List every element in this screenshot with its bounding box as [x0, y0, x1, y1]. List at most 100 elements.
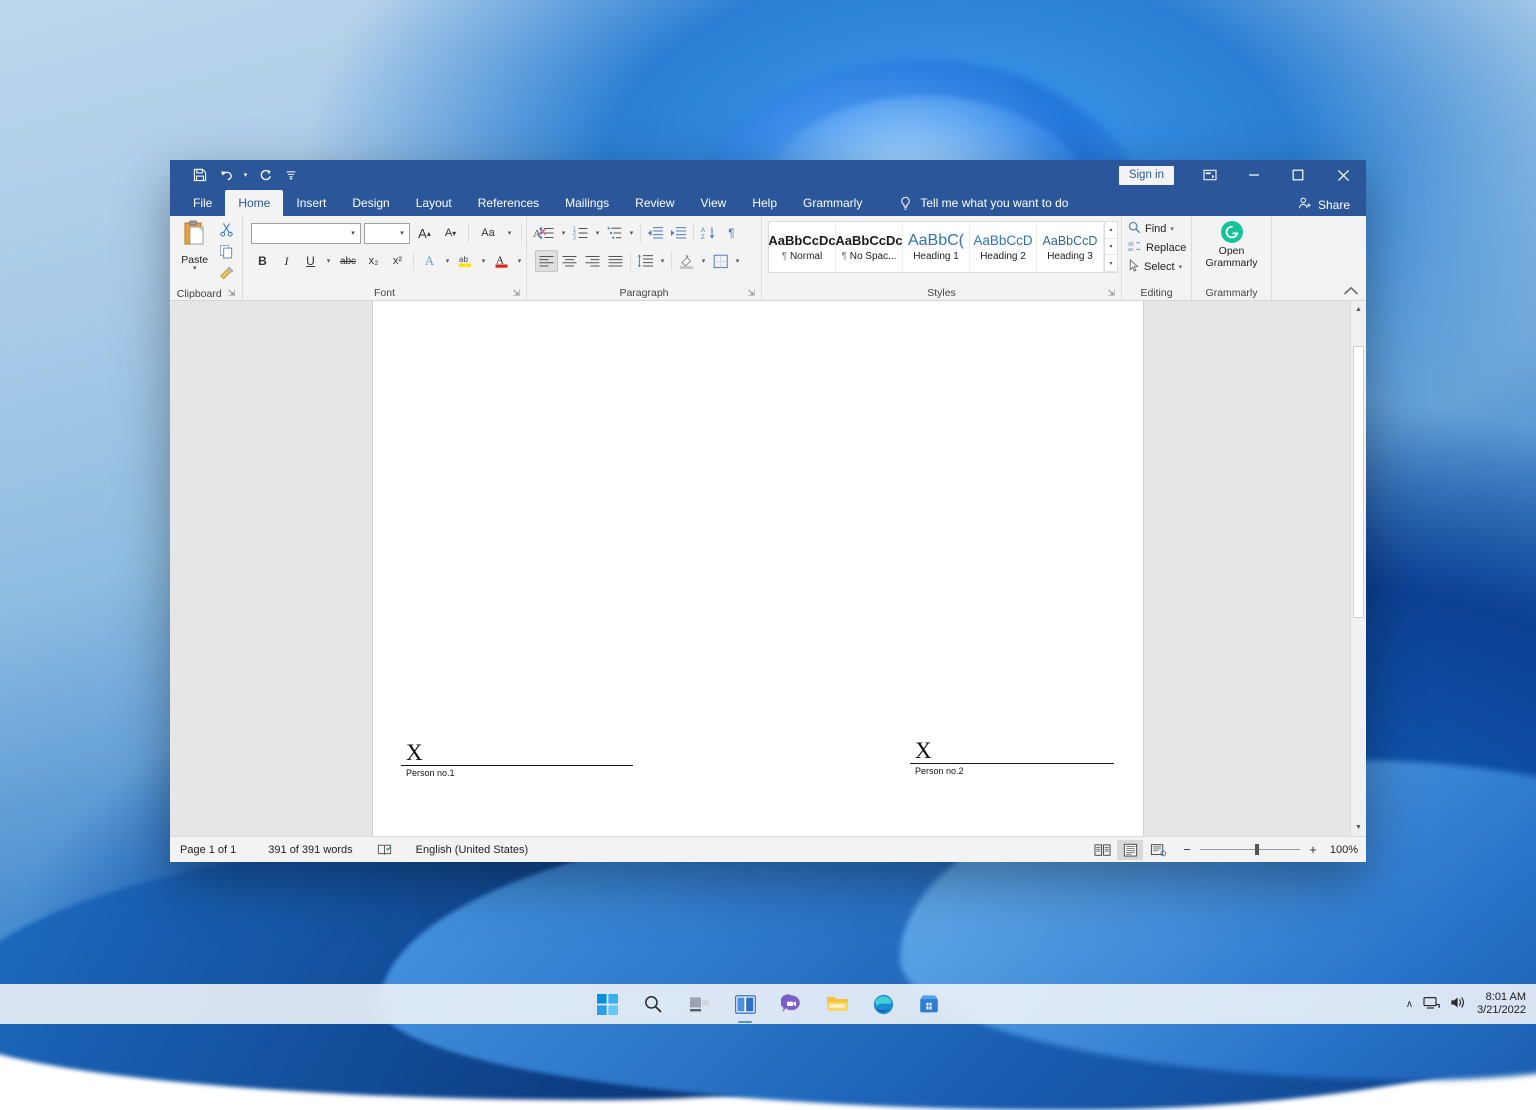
widgets-icon[interactable]: [728, 987, 762, 1021]
superscript-icon[interactable]: x²: [386, 250, 409, 272]
replace-button[interactable]: abac Replace: [1128, 240, 1186, 256]
copy-icon[interactable]: [219, 244, 234, 264]
tab-review[interactable]: Review: [622, 190, 687, 216]
find-dropdown-icon[interactable]: ▾: [1170, 225, 1174, 233]
web-layout-icon[interactable]: [1145, 840, 1171, 860]
paste-button[interactable]: Paste ▾: [176, 220, 213, 272]
styles-dialog-launcher-icon[interactable]: ⇲: [1107, 288, 1115, 299]
bold-icon[interactable]: B: [251, 250, 274, 272]
tab-grammarly[interactable]: Grammarly: [790, 190, 875, 216]
undo-dropdown-icon[interactable]: ▾: [240, 164, 251, 186]
page-indicator[interactable]: Page 1 of 1: [170, 844, 246, 856]
style-heading-1[interactable]: AaBbC( Heading 1: [903, 222, 970, 272]
style-no-spacing[interactable]: AaBbCcDc ¶ No Spac...: [836, 222, 903, 272]
borders-icon[interactable]: [709, 250, 732, 272]
styles-scroll-up-icon[interactable]: ▴: [1105, 222, 1117, 239]
scrollbar-thumb[interactable]: [1353, 346, 1364, 618]
italic-icon[interactable]: I: [275, 250, 298, 272]
bullets-icon[interactable]: [535, 222, 558, 244]
collapse-ribbon-icon[interactable]: [1344, 286, 1358, 298]
subscript-icon[interactable]: x₂: [362, 250, 385, 272]
text-effects-dropdown-icon[interactable]: ▾: [442, 250, 453, 272]
scrollbar-track[interactable]: [1351, 318, 1366, 819]
font-name-dropdown-icon[interactable]: ▾: [346, 229, 360, 237]
share-button[interactable]: Share: [1298, 196, 1350, 213]
decrease-indent-icon[interactable]: [644, 222, 667, 244]
zoom-control[interactable]: − + 100%: [1181, 842, 1358, 857]
font-size-dropdown-icon[interactable]: ▾: [395, 229, 409, 237]
scroll-down-icon[interactable]: ▼: [1351, 819, 1366, 836]
numbering-icon[interactable]: 123: [569, 222, 592, 244]
align-left-icon[interactable]: [535, 250, 558, 272]
increase-indent-icon[interactable]: [667, 222, 690, 244]
line-spacing-dropdown-icon[interactable]: ▾: [657, 250, 668, 272]
text-effects-icon[interactable]: A: [418, 250, 441, 272]
tab-insert[interactable]: Insert: [283, 190, 339, 216]
tab-file[interactable]: File: [180, 190, 225, 216]
justify-icon[interactable]: [604, 250, 627, 272]
strikethrough-icon[interactable]: abc: [335, 250, 361, 272]
font-size-combobox[interactable]: ▾: [364, 223, 410, 244]
change-case-icon[interactable]: Aa: [475, 222, 501, 244]
sign-in-button[interactable]: Sign in: [1119, 166, 1174, 185]
ribbon-display-options-icon[interactable]: [1188, 160, 1232, 190]
select-button[interactable]: Select ▾: [1128, 259, 1182, 275]
underline-icon[interactable]: U: [299, 250, 322, 272]
close-button[interactable]: [1320, 160, 1366, 190]
scroll-up-icon[interactable]: ▲: [1351, 301, 1366, 318]
language-indicator[interactable]: English (United States): [402, 844, 539, 856]
tab-view[interactable]: View: [688, 190, 740, 216]
start-button[interactable]: [590, 987, 624, 1021]
align-center-icon[interactable]: [558, 250, 581, 272]
file-explorer-icon[interactable]: [820, 987, 854, 1021]
shading-icon[interactable]: [675, 250, 698, 272]
clock[interactable]: 8:01 AM 3/21/2022: [1477, 991, 1526, 1017]
paragraph-dialog-launcher-icon[interactable]: ⇲: [747, 288, 755, 299]
zoom-slider-thumb[interactable]: [1255, 844, 1259, 855]
font-color-icon[interactable]: A: [490, 250, 513, 272]
tab-mailings[interactable]: Mailings: [552, 190, 622, 216]
microsoft-store-icon[interactable]: [912, 987, 946, 1021]
zoom-percent[interactable]: 100%: [1326, 844, 1358, 856]
search-icon[interactable]: [636, 987, 670, 1021]
zoom-out-button[interactable]: −: [1181, 842, 1193, 857]
show-formatting-marks-icon[interactable]: ¶: [720, 222, 743, 244]
styles-more-icon[interactable]: ▾: [1105, 255, 1117, 272]
styles-scroll-down-icon[interactable]: ▾: [1105, 239, 1117, 256]
document-canvas[interactable]: X Person no.1 X Person no.2 ▲ ▼: [170, 301, 1366, 836]
shrink-font-icon[interactable]: A▾: [439, 222, 462, 244]
paste-dropdown-icon[interactable]: ▾: [193, 266, 197, 272]
sort-icon[interactable]: AZ: [697, 222, 720, 244]
style-heading-3[interactable]: AaBbCcD Heading 3: [1037, 222, 1104, 272]
volume-icon[interactable]: [1450, 995, 1467, 1013]
tab-references[interactable]: References: [465, 190, 552, 216]
minimize-button[interactable]: [1232, 160, 1276, 190]
redo-icon[interactable]: [253, 164, 277, 186]
bullets-dropdown-icon[interactable]: ▾: [558, 222, 569, 244]
tab-home[interactable]: Home: [225, 190, 283, 216]
find-button[interactable]: Find ▾: [1128, 221, 1174, 237]
font-dialog-launcher-icon[interactable]: ⇲: [512, 288, 520, 299]
zoom-slider[interactable]: [1200, 849, 1300, 850]
style-heading-2[interactable]: AaBbCcD Heading 2: [970, 222, 1037, 272]
select-dropdown-icon[interactable]: ▾: [1179, 263, 1183, 271]
text-highlight-icon[interactable]: ab: [454, 250, 477, 272]
grow-font-icon[interactable]: A▴: [413, 222, 436, 244]
undo-icon[interactable]: [214, 164, 238, 186]
tab-layout[interactable]: Layout: [403, 190, 465, 216]
shading-dropdown-icon[interactable]: ▾: [698, 250, 709, 272]
read-mode-icon[interactable]: [1089, 840, 1115, 860]
line-spacing-icon[interactable]: [634, 250, 657, 272]
cut-icon[interactable]: [219, 222, 234, 242]
save-icon[interactable]: [188, 164, 212, 186]
numbering-dropdown-icon[interactable]: ▾: [592, 222, 603, 244]
tell-me-search[interactable]: Tell me what you want to do: [899, 190, 1068, 216]
tab-design[interactable]: Design: [339, 190, 402, 216]
borders-dropdown-icon[interactable]: ▾: [732, 250, 743, 272]
font-name-combobox[interactable]: ▾: [251, 223, 361, 244]
word-count[interactable]: 391 of 391 words: [246, 844, 362, 856]
format-painter-icon[interactable]: [219, 266, 234, 286]
tab-help[interactable]: Help: [739, 190, 790, 216]
zoom-in-button[interactable]: +: [1307, 842, 1319, 857]
underline-dropdown-icon[interactable]: ▾: [323, 250, 334, 272]
